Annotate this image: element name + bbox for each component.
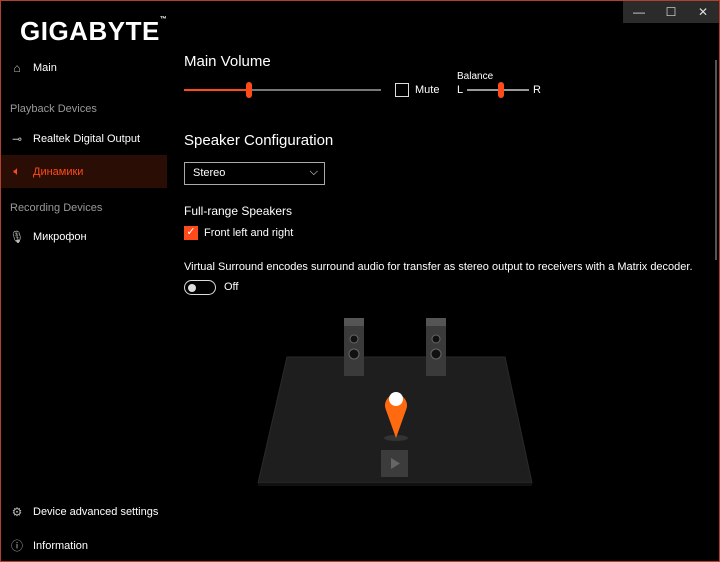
virtual-surround-description: Virtual Surround encodes surround audio … bbox=[184, 261, 693, 273]
sidebar-item-speakers[interactable]: 🔈︎ Динамики bbox=[1, 155, 167, 188]
front-left-right-checkbox[interactable]: ✓ bbox=[184, 226, 198, 240]
slider-fill bbox=[184, 89, 249, 91]
front-left-right-label: Front left and right bbox=[204, 227, 294, 239]
speaker-stage bbox=[257, 318, 533, 486]
logo-text: GIGABYTE bbox=[20, 16, 160, 46]
full-range-speakers-title: Full-range Speakers bbox=[184, 204, 293, 218]
sidebar-item-label: Динамики bbox=[33, 165, 84, 178]
sidebar-item-microphone[interactable]: 🎙︎ Микрофон bbox=[1, 220, 167, 253]
sidebar-item-label: Information bbox=[33, 539, 89, 552]
close-button[interactable]: ✕ bbox=[687, 1, 719, 23]
chevron-down-icon: ⌵ bbox=[309, 166, 318, 178]
minimize-button[interactable]: — bbox=[623, 1, 655, 23]
main-volume-title: Main Volume bbox=[184, 53, 271, 70]
home-icon: ⌂ bbox=[13, 60, 21, 75]
sidebar-item-realtek-digital-output[interactable]: ⊸ Realtek Digital Output bbox=[1, 122, 167, 155]
balance-label: Balance bbox=[457, 71, 494, 82]
dropdown-value: Stereo bbox=[193, 167, 226, 179]
sidebar-item-label: Realtek Digital Output bbox=[33, 132, 140, 145]
balance-left-label: L bbox=[457, 84, 464, 96]
maximize-button[interactable]: ☐ bbox=[655, 1, 687, 23]
virtual-surround-state: Off bbox=[224, 281, 239, 293]
speaker-configuration-title: Speaker Configuration bbox=[184, 132, 334, 149]
play-test-button[interactable] bbox=[381, 450, 408, 477]
gear-icon: ⚙ bbox=[11, 504, 23, 519]
logo-tm: ™ bbox=[159, 16, 168, 23]
mute-label: Mute bbox=[415, 84, 440, 96]
scrollbar[interactable] bbox=[715, 60, 717, 260]
mute-checkbox[interactable] bbox=[395, 83, 409, 97]
right-speaker-icon bbox=[426, 318, 446, 376]
virtual-surround-toggle[interactable] bbox=[184, 280, 216, 295]
sidebar-item-main[interactable]: ⌂ Main bbox=[1, 51, 167, 84]
gigabyte-logo: GIGABYTE™ bbox=[20, 16, 167, 47]
speaker-configuration-dropdown[interactable]: Stereo ⌵ bbox=[184, 162, 325, 185]
sidebar-item-label: Main bbox=[33, 61, 57, 74]
playback-devices-header: Playback Devices bbox=[10, 103, 97, 115]
title-bar-controls: — ☐ ✕ bbox=[623, 1, 719, 23]
sidebar-item-information[interactable]: ⓘ Information bbox=[1, 529, 167, 562]
slider-thumb[interactable] bbox=[498, 82, 505, 98]
sidebar-item-label: Микрофон bbox=[33, 230, 87, 243]
microphone-icon: 🎙︎ bbox=[9, 229, 25, 244]
recording-devices-header: Recording Devices bbox=[10, 202, 103, 214]
slider-thumb[interactable] bbox=[246, 82, 252, 98]
speaker-icon: 🔈︎ bbox=[13, 164, 21, 178]
balance-right-label: R bbox=[533, 84, 541, 96]
sidebar-item-device-advanced-settings[interactable]: ⚙ Device advanced settings bbox=[1, 495, 167, 528]
sidebar-item-label: Device advanced settings bbox=[33, 505, 159, 518]
info-icon: ⓘ bbox=[10, 539, 23, 553]
digital-output-icon: ⊸ bbox=[11, 131, 23, 146]
left-speaker-icon bbox=[344, 318, 364, 376]
